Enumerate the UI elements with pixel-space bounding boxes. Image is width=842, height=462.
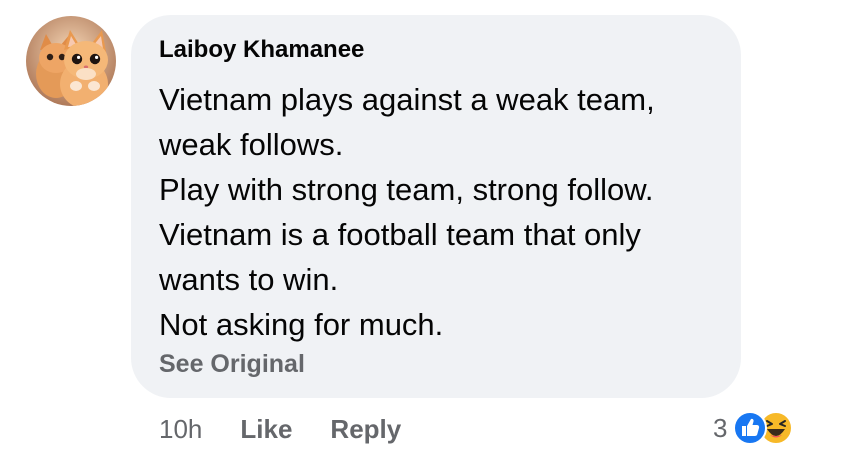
comment-body-line: Play with strong team, strong follow. — [159, 172, 654, 207]
comment-body-line: Vietnam is a football team that only — [159, 217, 641, 252]
see-original-link[interactable]: See Original — [159, 350, 305, 379]
kitten-avatar-icon — [26, 16, 116, 106]
avatar[interactable] — [26, 16, 116, 106]
comment-bubble: Laiboy Khamanee Vietnam plays against a … — [131, 15, 741, 398]
like-button[interactable]: Like — [240, 414, 292, 445]
reaction-icons — [733, 409, 794, 447]
comment-body-line: wants to win. — [159, 262, 339, 297]
like-icon — [733, 411, 768, 445]
comment: Laiboy Khamanee Vietnam plays against a … — [0, 0, 842, 462]
comment-timestamp[interactable]: 10h — [159, 414, 202, 445]
reply-button[interactable]: Reply — [330, 414, 401, 445]
comment-author-name[interactable]: Laiboy Khamanee — [159, 36, 364, 64]
comment-body: Vietnam plays against a weak team, weak … — [159, 77, 729, 347]
reaction-count: 3 — [713, 412, 728, 443]
comment-body-line: weak follows. — [159, 127, 344, 162]
comment-body-line: Vietnam plays against a weak team, — [159, 82, 655, 117]
reaction-summary[interactable]: 3 — [713, 406, 794, 450]
comment-body-line: Not asking for much. — [159, 307, 444, 342]
comment-actions: 10h Like Reply — [159, 409, 439, 449]
